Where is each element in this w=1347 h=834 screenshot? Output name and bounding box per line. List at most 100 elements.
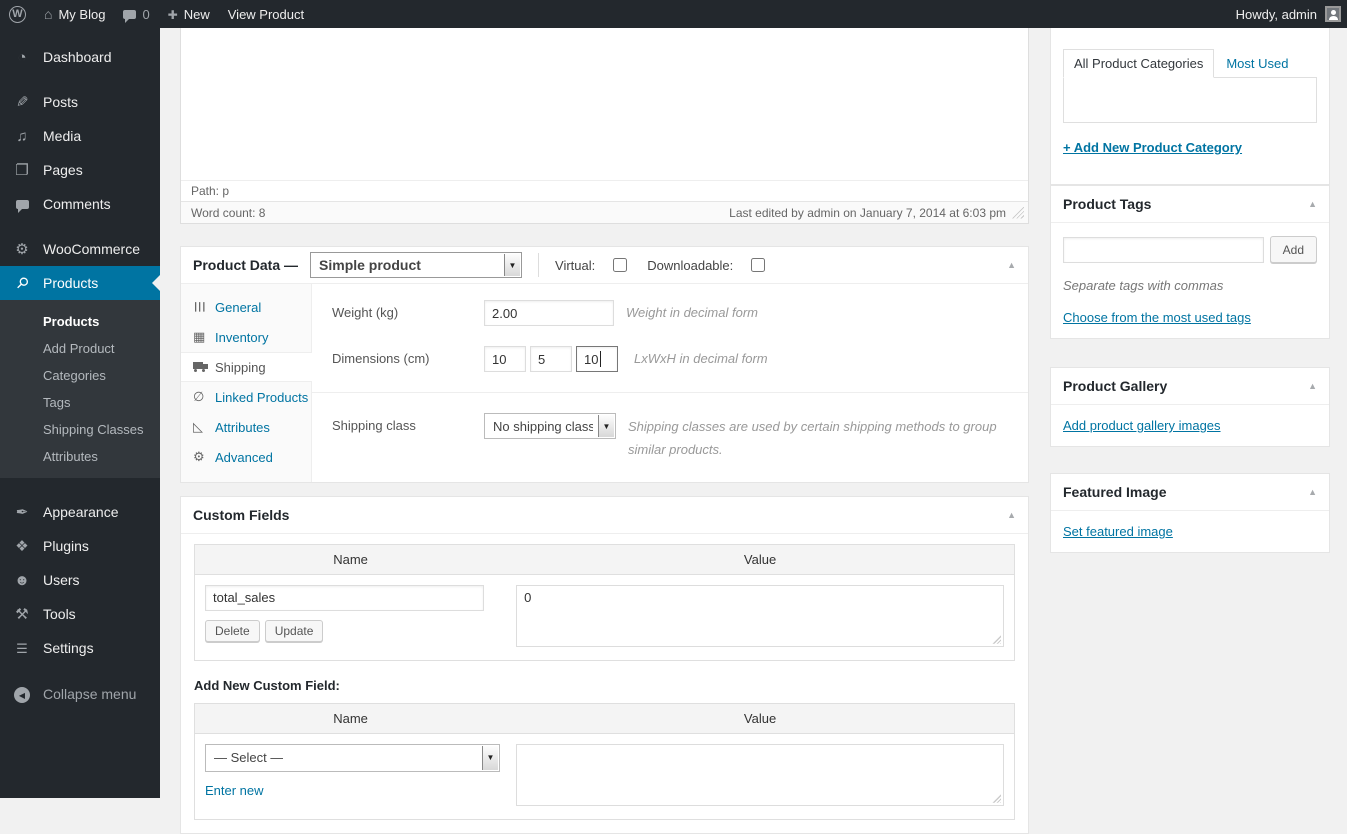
settings-icon xyxy=(10,640,34,657)
virtual-label: Virtual: xyxy=(555,257,596,273)
add-new-custom-field-title: Add New Custom Field: xyxy=(194,677,340,693)
product-tags-title: Product Tags xyxy=(1063,196,1152,212)
product-data-body: General Inventory Shipping Linked Produc… xyxy=(181,284,1028,482)
sidebar-item-label: Media xyxy=(43,128,82,144)
sidebar-item-settings[interactable]: Settings xyxy=(0,631,160,665)
product-tags-header: Product Tags ▲ xyxy=(1051,186,1329,223)
add-gallery-images-link[interactable]: Add product gallery images xyxy=(1063,418,1221,433)
sidebar-item-woocommerce[interactable]: WooCommerce xyxy=(0,232,160,266)
panel-collapse-icon[interactable]: ▲ xyxy=(1007,510,1016,520)
sidebar-item-plugins[interactable]: Plugins xyxy=(0,529,160,563)
category-list-box[interactable] xyxy=(1063,77,1317,123)
tab-most-used[interactable]: Most Used xyxy=(1214,50,1300,77)
view-product-label: View Product xyxy=(227,6,305,22)
tab-advanced[interactable]: Advanced xyxy=(181,442,311,472)
sidebar-item-appearance[interactable]: Appearance xyxy=(0,495,160,529)
comments-icon xyxy=(10,196,34,213)
tab-attributes[interactable]: Attributes xyxy=(181,412,311,442)
new-content-menu[interactable]: New xyxy=(159,0,219,28)
sidebar-item-pages[interactable]: Pages xyxy=(0,153,160,187)
panel-collapse-icon[interactable]: ▲ xyxy=(1308,487,1317,497)
custom-fields-title: Custom Fields xyxy=(193,506,290,523)
collapse-menu-button[interactable]: Collapse menu xyxy=(0,677,160,711)
tab-linked-products[interactable]: Linked Products xyxy=(181,382,311,412)
admin-bar: W My Blog 0 New View Product Howdy, admi… xyxy=(0,0,1347,28)
featured-image-panel: Featured Image ▲ Set featured image xyxy=(1050,473,1330,553)
delete-button[interactable]: Delete xyxy=(205,619,260,642)
name-column-header: Name xyxy=(194,544,507,575)
submenu-item-tags[interactable]: Tags xyxy=(0,389,160,416)
inventory-icon xyxy=(193,329,215,345)
product-tags-body: Add Separate tags with commas Choose fro… xyxy=(1051,223,1329,338)
sidebar-item-posts[interactable]: Posts xyxy=(0,85,160,119)
enter-new-link[interactable]: Enter new xyxy=(205,783,264,798)
panel-collapse-icon[interactable]: ▲ xyxy=(1308,199,1317,209)
length-input[interactable] xyxy=(484,346,526,372)
custom-field-value-textarea[interactable]: 0 xyxy=(516,584,1004,647)
content-editor: Path: p Word count: 8 Last edited by adm… xyxy=(180,28,1029,224)
sidebar-item-comments[interactable]: Comments xyxy=(0,187,160,221)
site-name-menu[interactable]: My Blog xyxy=(35,0,114,28)
tab-label: Attributes xyxy=(215,419,270,435)
tab-all-product-categories[interactable]: All Product Categories xyxy=(1063,49,1215,78)
sidebar-item-products[interactable]: Products xyxy=(0,266,160,300)
custom-fields-header: Custom Fields ▲ xyxy=(181,497,1028,534)
comments-shortcut[interactable]: 0 xyxy=(114,0,158,28)
panel-collapse-icon[interactable]: ▲ xyxy=(1007,260,1016,270)
product-gallery-body: Add product gallery images xyxy=(1051,405,1329,446)
shipping-class-select[interactable]: No shipping class ▼ xyxy=(484,413,616,439)
custom-fields-panel: Custom Fields ▲ Name Value Delete xyxy=(180,495,1029,834)
update-button[interactable]: Update xyxy=(264,619,324,642)
submenu-item-products[interactable]: Products xyxy=(0,308,160,335)
product-tags-panel: Product Tags ▲ Add Separate tags with co… xyxy=(1050,185,1330,339)
tab-inventory[interactable]: Inventory xyxy=(181,322,311,352)
header-divider xyxy=(538,253,540,277)
sidebar-item-media[interactable]: Media xyxy=(0,119,160,153)
account-menu[interactable]: Howdy, admin xyxy=(1236,6,1347,22)
custom-field-key-select[interactable]: — Select — ▼ xyxy=(205,743,500,772)
set-featured-image-link[interactable]: Set featured image xyxy=(1063,524,1173,539)
height-input[interactable] xyxy=(576,346,618,372)
editor-resize-grip[interactable] xyxy=(1012,206,1024,219)
sidebar-item-label: Settings xyxy=(43,640,94,656)
tab-label: Shipping xyxy=(215,359,266,375)
sidebar-item-users[interactable]: Users xyxy=(0,563,160,597)
width-input[interactable] xyxy=(530,346,572,372)
home-icon xyxy=(44,7,52,21)
sidebar-item-tools[interactable]: Tools xyxy=(0,597,160,631)
tab-general[interactable]: General xyxy=(181,292,311,322)
weight-label: Weight (kg) xyxy=(332,305,399,320)
submenu-item-attributes[interactable]: Attributes xyxy=(0,443,160,470)
custom-fields-body: Name Value Delete Update xyxy=(181,534,1028,833)
sidebar-item-dashboard[interactable]: Dashboard xyxy=(0,40,160,74)
downloadable-checkbox[interactable] xyxy=(751,258,766,272)
add-new-product-category-link[interactable]: + Add New Product Category xyxy=(1063,140,1242,155)
submenu-item-shipping-classes[interactable]: Shipping Classes xyxy=(0,416,160,443)
linked-products-icon xyxy=(193,389,215,405)
custom-field-name-input[interactable] xyxy=(205,584,485,611)
advanced-icon xyxy=(193,449,215,465)
panel-collapse-icon[interactable]: ▲ xyxy=(1308,381,1317,391)
submenu-item-categories[interactable]: Categories xyxy=(0,362,160,389)
virtual-checkbox[interactable] xyxy=(613,258,628,272)
value-column-header: Value xyxy=(506,703,1015,734)
downloadable-label: Downloadable: xyxy=(647,257,734,273)
sidebar-item-label: Posts xyxy=(43,94,79,110)
choose-most-used-tags-link[interactable]: Choose from the most used tags xyxy=(1063,310,1251,325)
value-column-header: Value xyxy=(506,544,1015,575)
editor-canvas[interactable] xyxy=(181,28,1028,180)
sidebar-item-label: Appearance xyxy=(43,504,119,520)
tab-shipping[interactable]: Shipping xyxy=(181,352,312,382)
tag-input[interactable] xyxy=(1063,236,1264,263)
name-column-header: Name xyxy=(194,703,507,734)
add-custom-field-table: Name Value — Select — ▼ Enter new xyxy=(194,702,1015,820)
wordpress-menu[interactable]: W xyxy=(0,0,35,28)
view-product-link[interactable]: View Product xyxy=(219,0,313,28)
new-custom-field-value-textarea[interactable] xyxy=(516,743,1004,806)
site-name: My Blog xyxy=(58,6,106,22)
add-tag-button[interactable]: Add xyxy=(1269,236,1317,263)
product-type-select[interactable]: Simple product ▼ xyxy=(310,252,523,278)
comment-count: 0 xyxy=(142,6,150,22)
weight-input[interactable] xyxy=(484,300,614,326)
submenu-item-add-product[interactable]: Add Product xyxy=(0,335,160,362)
